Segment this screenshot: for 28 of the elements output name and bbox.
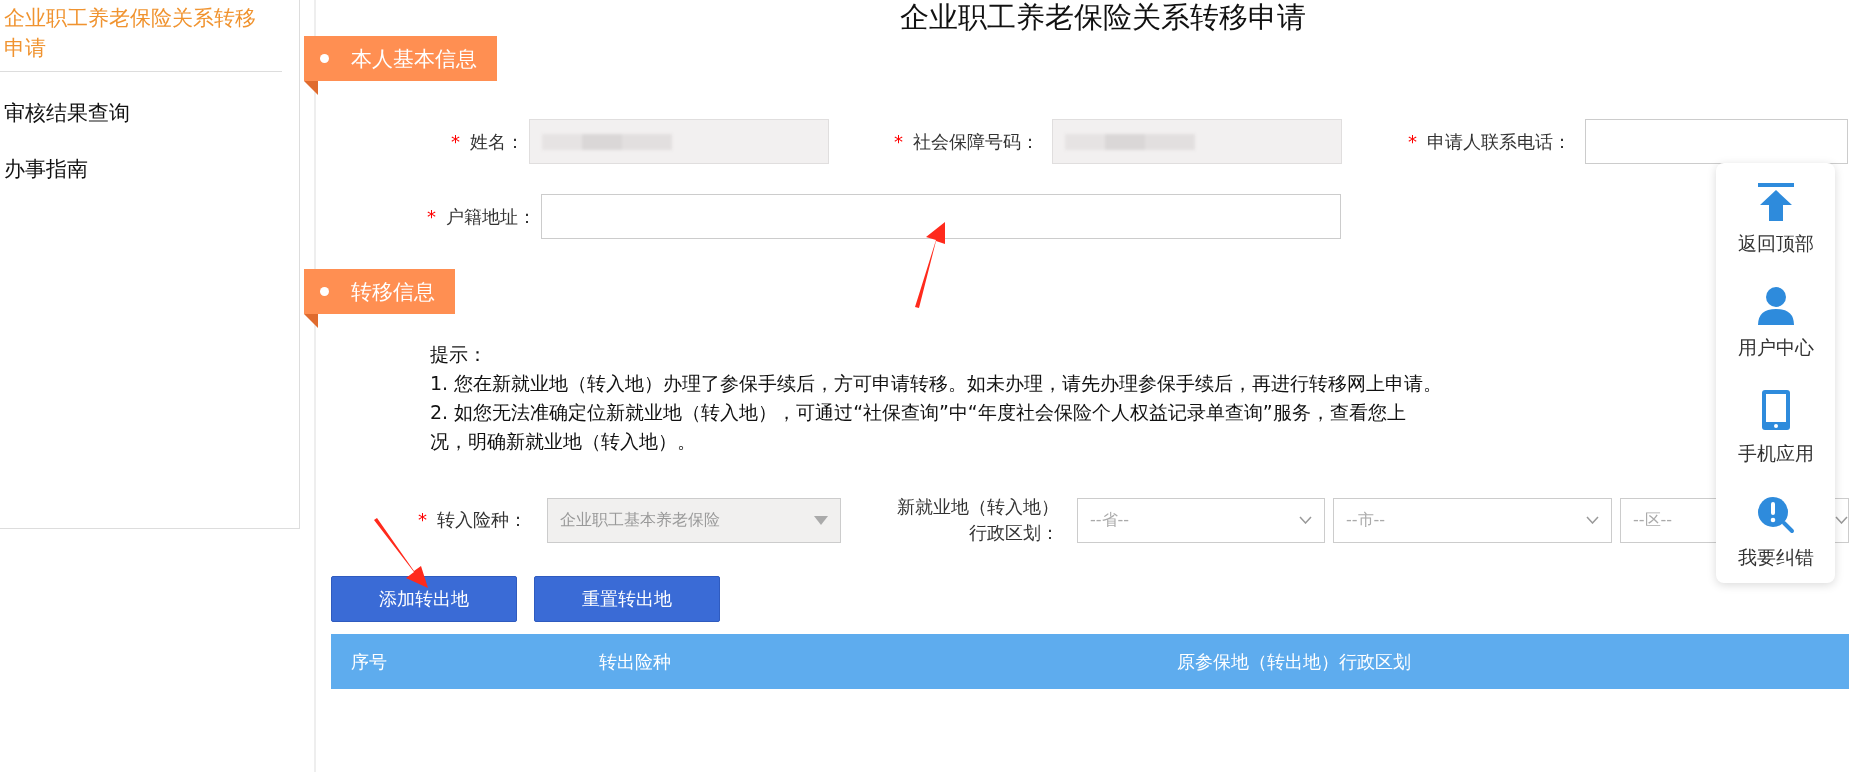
- column-header: 转出险种: [599, 649, 671, 674]
- select-value: --区--: [1633, 509, 1673, 531]
- column-header: 序号: [351, 649, 387, 674]
- section-title: 转移信息: [351, 278, 435, 306]
- action-button[interactable]: 重置转出地: [534, 576, 720, 622]
- field-label: * 户籍地址：: [426, 204, 536, 229]
- page-title: 企业职工养老保险关系转移申请: [898, 0, 1307, 36]
- section-title: 本人基本信息: [351, 45, 477, 73]
- tips-text: 况，明确新就业地（转入地）。: [430, 429, 696, 454]
- toolbar-link[interactable]: 用户中心: [1737, 335, 1814, 361]
- field-label: 新就业地（转入地）行政区划：: [897, 495, 1059, 545]
- field-label: * 转入险种：: [417, 508, 527, 532]
- column-header: 原参保地（转出地）行政区划: [1177, 649, 1411, 674]
- toolbar-link[interactable]: 手机应用: [1737, 441, 1814, 467]
- action-button[interactable]: 添加转出地: [331, 576, 517, 622]
- tips-heading: 提示：: [430, 342, 487, 367]
- select-value: --市--: [1346, 509, 1386, 531]
- select-value: 企业职工基本养老保险: [560, 509, 720, 531]
- sidebar-item[interactable]: 办事指南: [0, 144, 282, 200]
- toolbar-link[interactable]: 我要纠错: [1737, 545, 1814, 571]
- select-value: --省--: [1090, 509, 1130, 531]
- sidebar-item[interactable]: 审核结果查询: [0, 88, 282, 144]
- toolbar-link[interactable]: 返回顶部: [1737, 231, 1814, 257]
- field-label: * 姓名：: [450, 129, 524, 154]
- tips-text: 2. 如您无法准确定位新就业地（转入地），可通过“社保查询”中“年度社会保险个人权益记录单查询”服务，查看您上: [430, 400, 1406, 425]
- field-label: * 申请人联系电话：: [1407, 129, 1571, 154]
- tips-text: 1. 您在新就业地（转入地）办理了参保手续后，方可申请转移。如未办理，请先办理参保手续后，再进行转移网上申请。: [430, 371, 1443, 396]
- field-label: * 社会保障号码：: [893, 129, 1039, 154]
